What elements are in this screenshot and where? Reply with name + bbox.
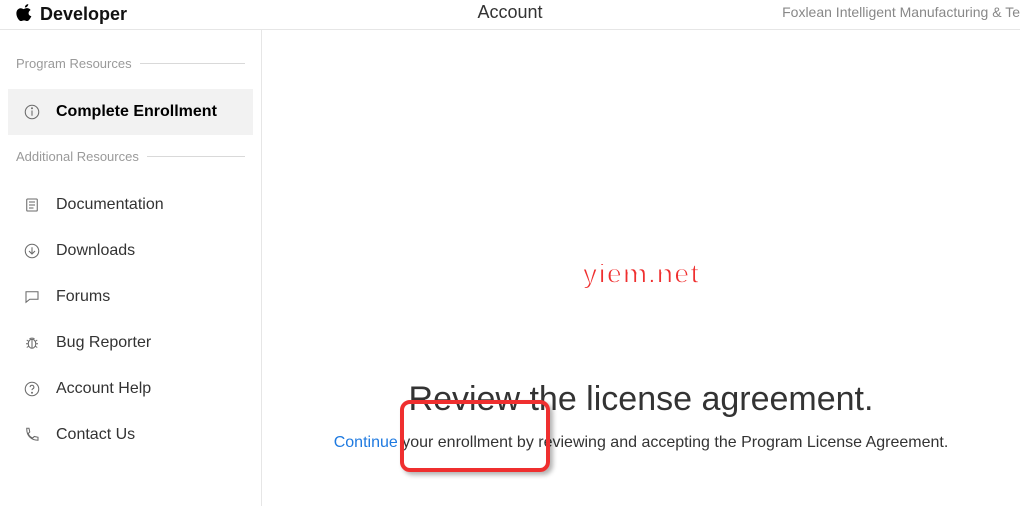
sidebar-item-label: Downloads [56, 242, 135, 260]
divider [140, 63, 245, 64]
chat-icon [22, 288, 42, 306]
sidebar-item-label: Complete Enrollment [56, 103, 217, 121]
apple-icon [16, 3, 34, 26]
sidebar-item-accounthelp[interactable]: Account Help [0, 366, 261, 412]
info-icon [22, 103, 42, 121]
continue-link[interactable]: Continue [334, 434, 398, 451]
sidebar-item-contactus[interactable]: Contact Us [0, 412, 261, 458]
sidebar-item-label: Account Help [56, 380, 151, 398]
document-icon [22, 196, 42, 214]
download-icon [22, 242, 42, 260]
divider [147, 156, 245, 157]
brand[interactable]: Developer [16, 3, 127, 26]
help-icon [22, 380, 42, 398]
sidebar-item-label: Bug Reporter [56, 334, 151, 352]
main-content: yiem.net Review the license agreement. C… [262, 30, 1020, 506]
hero-title: Review the license agreement. [409, 380, 874, 419]
brand-label: Developer [40, 4, 127, 25]
sidebar-item-forums[interactable]: Forums [0, 274, 261, 320]
sidebar: Program Resources Complete Enrollment Ad… [0, 30, 262, 506]
org-name[interactable]: Foxlean Intelligent Manufacturing & Te [782, 4, 1020, 20]
hero-subtitle-rest: your enrollment by reviewing and accepti… [398, 434, 949, 451]
sidebar-group-label: Program Resources [16, 56, 132, 71]
sidebar-item-label: Forums [56, 288, 110, 306]
bug-icon [22, 334, 42, 352]
sidebar-group-label: Additional Resources [16, 149, 139, 164]
sidebar-item-bugreporter[interactable]: Bug Reporter [0, 320, 261, 366]
phone-icon [22, 426, 42, 444]
sidebar-item-label: Contact Us [56, 426, 135, 444]
hero-subtitle: Continue your enrollment by reviewing an… [334, 434, 949, 452]
sidebar-item-downloads[interactable]: Downloads [0, 228, 261, 274]
sidebar-item-enrollment[interactable]: Complete Enrollment [8, 89, 253, 135]
watermark-text: yiem.net [582, 258, 700, 290]
sidebar-group-program: Program Resources [0, 56, 261, 71]
sidebar-item-label: Documentation [56, 196, 164, 214]
sidebar-group-additional: Additional Resources [0, 149, 261, 164]
page-title: Account [477, 2, 542, 23]
header: Developer Account Foxlean Intelligent Ma… [0, 0, 1020, 30]
sidebar-item-documentation[interactable]: Documentation [0, 182, 261, 228]
